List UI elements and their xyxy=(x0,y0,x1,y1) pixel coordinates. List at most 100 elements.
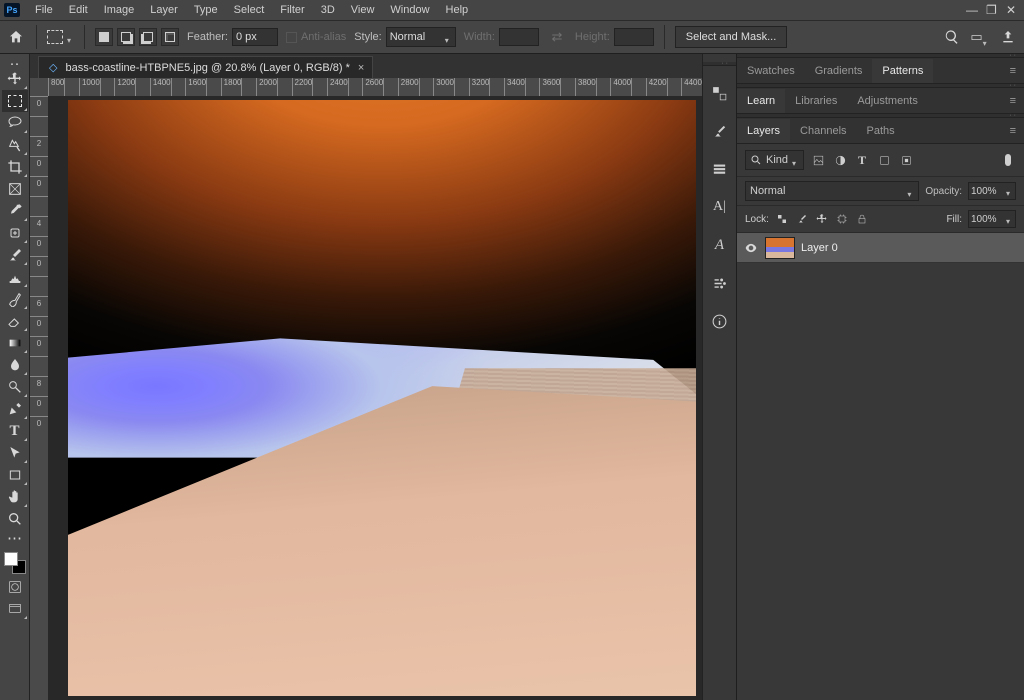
window-close-button[interactable]: ✕ xyxy=(1002,1,1020,19)
selection-add-button[interactable] xyxy=(117,28,135,46)
history-brush-tool[interactable] xyxy=(2,288,28,310)
ruler-horizontal[interactable]: 8001000120014001600180020002200240026002… xyxy=(48,78,702,96)
ruler-vertical[interactable]: 0200400600800 xyxy=(30,96,48,700)
opacity-input[interactable]: 100% xyxy=(968,182,1016,200)
document-tab[interactable]: ◇ bass-coastline-HTBPNE5.jpg @ 20.8% (La… xyxy=(38,56,373,78)
layer-row[interactable]: Layer 0 xyxy=(737,233,1024,263)
filter-type-icon[interactable]: T xyxy=(854,152,870,168)
canvas-viewport[interactable]: 8001000120014001600180020002200240026002… xyxy=(30,78,702,700)
hand-tool[interactable] xyxy=(2,486,28,508)
lock-all-button[interactable] xyxy=(855,212,869,226)
color-panel-button[interactable] xyxy=(709,82,731,104)
feather-input[interactable] xyxy=(232,28,278,46)
gradient-tool[interactable] xyxy=(2,332,28,354)
type-tool[interactable]: T xyxy=(2,420,28,442)
filter-adjustment-icon[interactable] xyxy=(832,152,848,168)
rectangle-tool[interactable] xyxy=(2,464,28,486)
blur-tool[interactable] xyxy=(2,354,28,376)
window-restore-button[interactable]: ❐ xyxy=(982,1,1000,19)
tab-layers[interactable]: Layers xyxy=(737,119,790,143)
antialias-checkbox: Anti-alias xyxy=(286,31,346,43)
panel-menu-button[interactable]: ≡ xyxy=(1002,125,1024,137)
menu-layer[interactable]: Layer xyxy=(143,2,185,18)
menu-edit[interactable]: Edit xyxy=(62,2,95,18)
selection-intersect-button[interactable] xyxy=(161,28,179,46)
tab-paths[interactable]: Paths xyxy=(857,119,905,143)
search-button[interactable] xyxy=(942,27,962,47)
close-tab-button[interactable]: × xyxy=(358,62,364,74)
crop-tool[interactable] xyxy=(2,156,28,178)
selection-new-button[interactable] xyxy=(95,28,113,46)
tool-preset-picker[interactable] xyxy=(47,30,74,44)
blend-mode-select[interactable]: Normal xyxy=(745,181,919,201)
color-swatches[interactable] xyxy=(2,550,28,576)
panel-menu-button[interactable]: ≡ xyxy=(1002,95,1024,107)
filter-toggle[interactable] xyxy=(1000,152,1016,168)
selection-subtract-button[interactable] xyxy=(139,28,157,46)
layer-visibility-toggle[interactable] xyxy=(737,241,765,255)
lock-artboard-button[interactable] xyxy=(835,212,849,226)
brushes-panel-button[interactable] xyxy=(709,120,731,142)
move-tool[interactable] xyxy=(2,68,28,90)
tab-gradients[interactable]: Gradients xyxy=(805,59,873,83)
frame-tool[interactable] xyxy=(2,178,28,200)
menu-filter[interactable]: Filter xyxy=(273,2,311,18)
lock-transparency-button[interactable] xyxy=(775,212,789,226)
info-panel-button[interactable] xyxy=(709,310,731,332)
panel-menu-button[interactable]: ≡ xyxy=(1002,65,1024,77)
canvas[interactable] xyxy=(68,100,696,696)
style-select[interactable]: Normal xyxy=(386,27,456,47)
ruler-origin[interactable] xyxy=(30,78,48,96)
menu-file[interactable]: File xyxy=(28,2,60,18)
screen-mode-button[interactable] xyxy=(2,598,28,620)
pen-tool[interactable] xyxy=(2,398,28,420)
layer-thumbnail[interactable] xyxy=(765,237,795,259)
chevron-down-icon xyxy=(792,157,799,164)
menu-window[interactable]: Window xyxy=(383,2,436,18)
filter-shape-icon[interactable] xyxy=(876,152,892,168)
tab-adjustments[interactable]: Adjustments xyxy=(847,89,928,113)
eyedropper-tool[interactable] xyxy=(2,200,28,222)
menu-select[interactable]: Select xyxy=(227,2,272,18)
zoom-tool[interactable] xyxy=(2,508,28,530)
share-button[interactable] xyxy=(998,27,1018,47)
tab-libraries[interactable]: Libraries xyxy=(785,89,847,113)
tab-patterns[interactable]: Patterns xyxy=(872,59,933,83)
marquee-tool[interactable] xyxy=(2,90,28,112)
select-and-mask-button[interactable]: Select and Mask... xyxy=(675,26,788,48)
clone-stamp-tool[interactable] xyxy=(2,266,28,288)
home-button[interactable] xyxy=(6,27,26,47)
dodge-tool[interactable] xyxy=(2,376,28,398)
quick-selection-tool[interactable] xyxy=(2,134,28,156)
layer-name-label[interactable]: Layer 0 xyxy=(801,242,838,254)
eraser-tool[interactable] xyxy=(2,310,28,332)
menu-view[interactable]: View xyxy=(344,2,382,18)
window-minimize-button[interactable]: — xyxy=(962,1,980,19)
path-selection-tool[interactable] xyxy=(2,442,28,464)
tab-channels[interactable]: Channels xyxy=(790,119,856,143)
workspace-switcher-button[interactable]: ▭ xyxy=(970,27,990,47)
lock-position-button[interactable] xyxy=(815,212,829,226)
brush-tool[interactable] xyxy=(2,244,28,266)
tab-swatches[interactable]: Swatches xyxy=(737,59,805,83)
menu-type[interactable]: Type xyxy=(187,2,225,18)
menu-image[interactable]: Image xyxy=(97,2,142,18)
fill-input[interactable]: 100% xyxy=(968,210,1016,228)
quick-mask-button[interactable] xyxy=(2,576,28,598)
menu-help[interactable]: Help xyxy=(439,2,476,18)
character-panel-button[interactable]: A| xyxy=(709,196,731,218)
properties-panel-button[interactable] xyxy=(709,272,731,294)
foreground-color-swatch[interactable] xyxy=(4,552,18,566)
width-label: Width: xyxy=(464,31,495,43)
paragraph-panel-button[interactable]: A xyxy=(709,234,731,256)
history-panel-button[interactable] xyxy=(709,158,731,180)
lasso-tool[interactable] xyxy=(2,112,28,134)
filter-pixel-icon[interactable] xyxy=(810,152,826,168)
tab-learn[interactable]: Learn xyxy=(737,89,785,113)
edit-toolbar-button[interactable]: ⋯ xyxy=(2,530,28,546)
filter-smartobject-icon[interactable] xyxy=(898,152,914,168)
lock-image-button[interactable] xyxy=(795,212,809,226)
layer-filter-kind-select[interactable]: Kind xyxy=(745,150,804,170)
healing-brush-tool[interactable] xyxy=(2,222,28,244)
menu-3d[interactable]: 3D xyxy=(314,2,342,18)
